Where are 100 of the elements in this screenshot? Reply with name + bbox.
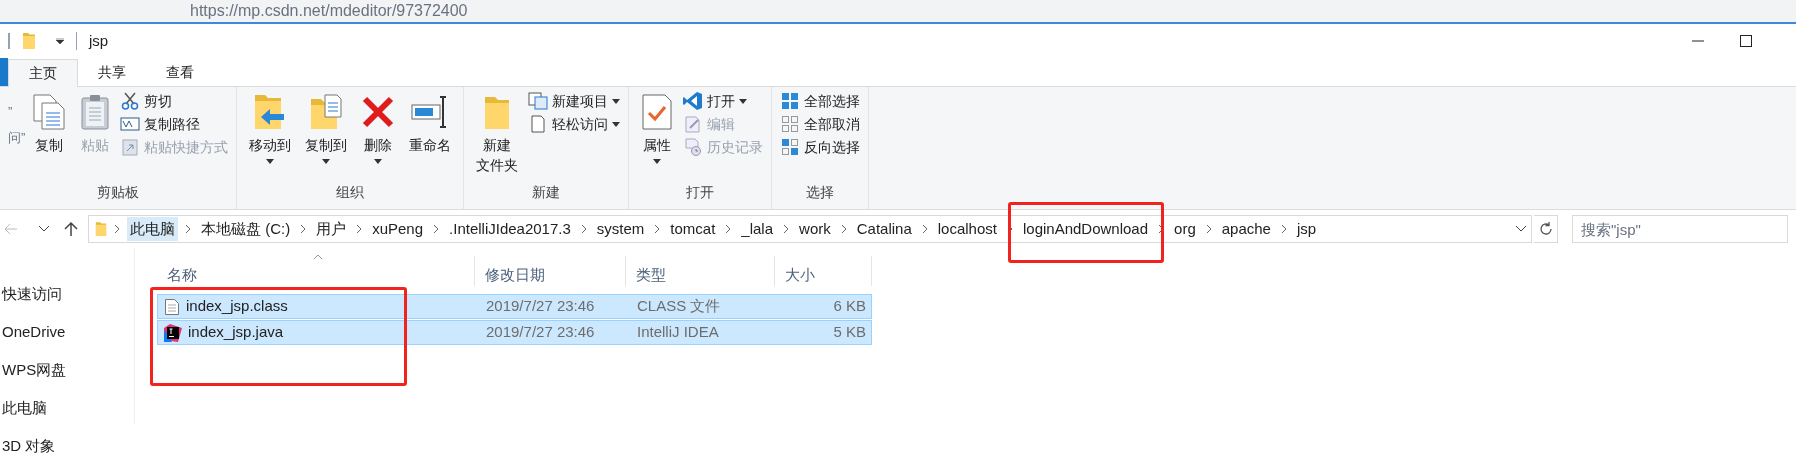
history-icon: [684, 138, 702, 156]
sort-caret-icon[interactable]: [313, 254, 323, 260]
chevron-icon: [725, 224, 732, 234]
ribbon-button[interactable]: 重命名: [405, 87, 455, 182]
edit-icon: [684, 115, 702, 133]
group-label: 剪贴板: [96, 183, 140, 202]
caret-icon: [739, 98, 747, 104]
breadcrumb[interactable]: Catalina: [853, 217, 915, 241]
chevron-icon: [654, 224, 661, 234]
ide-file-icon: [164, 323, 182, 342]
breadcrumb[interactable]: jsp: [1293, 217, 1320, 241]
modified-date: 2019/7/27 23:46: [485, 322, 596, 343]
refresh-button[interactable]: [1534, 215, 1558, 243]
group-label: 组织: [335, 183, 365, 202]
file-name: index_jsp.class: [186, 296, 288, 317]
address-field[interactable]: 此电脑 本地磁盘 (C:) 用户 xuPeng .IntelliJIdea2017.3 system tomcat _lala work Catalina localhost loginAndDownload org apache jsp: [88, 215, 1532, 243]
nav-item[interactable]: 3D 对象: [2, 436, 134, 456]
breadcrumb[interactable]: _lala: [738, 217, 777, 241]
caret-icon: [612, 98, 620, 104]
dropdown-icon[interactable]: [56, 38, 64, 44]
ribbon-button[interactable]: 复制到: [301, 87, 351, 182]
folder-icon: [483, 95, 511, 131]
column-header[interactable]: 名称: [157, 256, 475, 286]
breadcrumb[interactable]: localhost: [934, 217, 1000, 241]
file-name: index_jsp.java: [188, 322, 284, 343]
breadcrumb[interactable]: .IntelliJIdea2017.3: [446, 217, 574, 241]
chevron-icon: [840, 224, 847, 234]
properties-icon: [641, 93, 673, 131]
breadcrumb[interactable]: loginAndDownload: [1019, 217, 1152, 241]
refresh-icon: [1538, 222, 1553, 236]
nav-item[interactable]: 此电脑: [2, 398, 134, 418]
breadcrumb[interactable]: tomcat: [667, 217, 719, 241]
caret-icon: [374, 159, 382, 164]
page-icon: [530, 115, 546, 133]
breadcrumb[interactable]: xuPeng: [369, 217, 427, 241]
chevron-icon: [783, 224, 790, 234]
chevron-icon: [114, 224, 120, 234]
group-label: 选择: [805, 183, 835, 202]
nav-item[interactable]: 快速访问: [2, 284, 134, 304]
clipboard-icon: [80, 93, 110, 131]
file-type: CLASS 文件: [636, 296, 722, 317]
column-header[interactable]: 大小: [775, 256, 872, 286]
chevron-icon: [580, 224, 587, 234]
ribbon-button[interactable]: 复制: [28, 87, 70, 182]
chevron-icon: [185, 224, 191, 234]
folder-icon: [22, 32, 36, 50]
caret-icon: [612, 121, 620, 127]
chevron-icon: [921, 224, 928, 234]
breadcrumb[interactable]: system: [593, 217, 648, 241]
nav-item[interactable]: OneDrive: [2, 322, 134, 342]
breadcrumb[interactable]: 用户: [313, 217, 350, 241]
breadcrumb[interactable]: apache: [1218, 217, 1274, 241]
nav-item[interactable]: WPS网盘: [2, 360, 134, 380]
ribbon-button[interactable]: 属性: [637, 87, 677, 182]
file-type: IntelliJ IDEA: [636, 322, 720, 343]
ribbon-button[interactable]: 剪切: [120, 91, 228, 111]
window-title: jsp: [89, 30, 109, 51]
group-label: 新建: [531, 183, 561, 202]
breadcrumb[interactable]: org: [1171, 217, 1199, 241]
dropdown-chevron-icon[interactable]: [38, 225, 50, 233]
move-folder-icon: [253, 93, 287, 131]
ribbon-button[interactable]: 删除: [357, 87, 399, 182]
url-text[interactable]: https://mp.csdn.net/mdeditor/97372400: [190, 3, 468, 19]
caret-icon: [653, 159, 661, 164]
dropdown-chevron-icon[interactable]: [1515, 225, 1527, 233]
maximize-icon[interactable]: [1740, 35, 1752, 47]
breadcrumb[interactable]: work: [796, 217, 834, 241]
ribbon-button[interactable]: 打开: [683, 91, 763, 111]
ribbon-button[interactable]: 轻松访问: [528, 114, 620, 134]
ribbon-button[interactable]: 新建 文件夹: [472, 87, 522, 182]
file-row[interactable]: index_jsp.class 2019/7/27 23:46 CLASS 文件 6 KB: [157, 294, 872, 319]
file-size: 6 KB: [832, 296, 866, 317]
ribbon-button[interactable]: 移动到: [245, 87, 295, 182]
chevron-icon: [433, 224, 440, 234]
invert-selection-icon: [781, 138, 799, 156]
ribbon-button[interactable]: 复制路径: [120, 114, 228, 134]
file-row[interactable]: index_jsp.java 2019/7/27 23:46 IntelliJ IDEA 5 KB: [157, 320, 872, 345]
group-label: 打开: [685, 183, 715, 202]
code-editor-icon: [683, 91, 703, 111]
file-size: 5 KB: [832, 322, 866, 343]
select-all-icon: [781, 92, 799, 110]
column-header[interactable]: 修改日期: [475, 256, 626, 286]
column-header[interactable]: 类型: [626, 256, 775, 286]
ribbon-button[interactable]: 反向选择: [780, 137, 860, 157]
button-label-fragment: 问”: [8, 129, 26, 147]
document-icon: [164, 297, 180, 316]
ribbon-tab[interactable]: 主页: [8, 59, 78, 87]
up-arrow-icon[interactable]: [64, 221, 78, 237]
chevron-icon: [300, 224, 307, 234]
new-item-icon: [528, 92, 548, 110]
breadcrumb[interactable]: 本地磁盘 (C:): [198, 217, 294, 241]
chevron-icon: [356, 224, 363, 234]
search-field[interactable]: 搜索"jsp": [1572, 215, 1788, 243]
caret-icon: [322, 159, 330, 164]
ribbon-button[interactable]: 新建项目: [528, 91, 620, 111]
ribbon-button[interactable]: 全部取消: [780, 114, 860, 134]
path-icon: [120, 117, 140, 131]
shortcut-icon: [122, 138, 138, 156]
breadcrumb[interactable]: 此电脑: [127, 217, 178, 241]
ribbon-button[interactable]: 全部选择: [780, 91, 860, 111]
